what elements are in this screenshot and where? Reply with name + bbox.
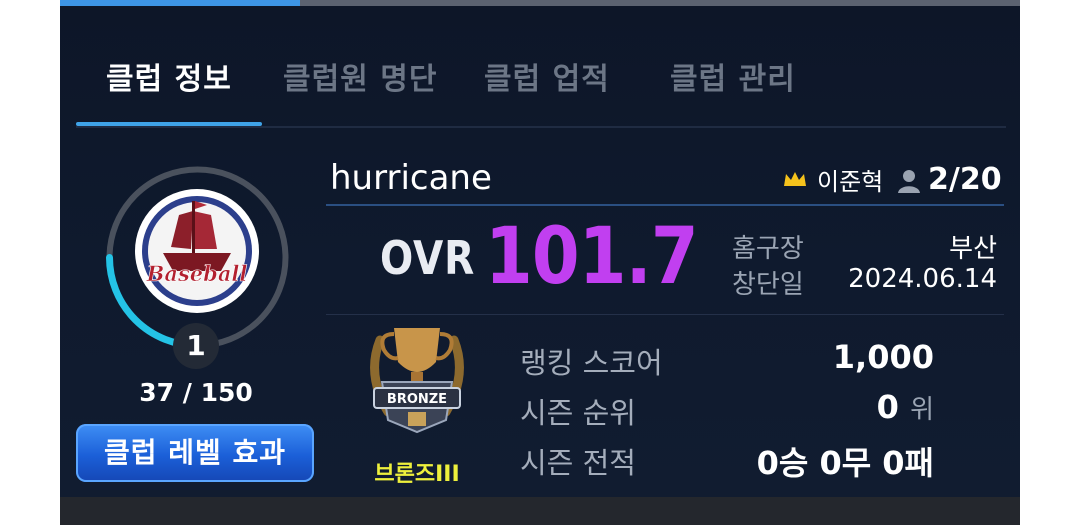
club-exp: 37 / 150 (139, 378, 253, 407)
season-record-value: 0승 0무 0패 (756, 444, 934, 482)
founded-date-label: 창단일 (732, 270, 804, 300)
home-stadium-value: 부산 (949, 234, 997, 264)
tier-badge-text: BRONZE (387, 392, 447, 407)
tab-divider (76, 126, 1006, 128)
tab-management[interactable]: 클럽 관리 (670, 55, 796, 105)
season-rank-unit: 위 (910, 395, 934, 425)
person-icon (898, 170, 920, 193)
emblem-text: Baseball (146, 261, 248, 286)
club-info-panel: 클럽 정보 클럽원 명단 클럽 업적 클럽 관리 Baseball 1 37 /… (60, 0, 1020, 497)
ovr-value: 101.7 (485, 212, 699, 302)
club-name: hurricane (330, 158, 492, 198)
crown-icon (784, 172, 806, 186)
club-emblem: Baseball (133, 187, 261, 315)
tab-active-indicator (76, 122, 262, 126)
founded-date-value: 2024.06.14 (848, 264, 997, 294)
ranking-score-value: 1,000 (832, 338, 934, 376)
trophy-icon: BRONZE (360, 320, 474, 440)
ovr-label: OVR (380, 231, 476, 285)
section-divider (326, 314, 1004, 315)
top-progress-track (60, 0, 1020, 6)
season-rank-value: 0 (876, 388, 899, 426)
club-leader-name: 이준혁 (817, 168, 884, 196)
header-divider (326, 204, 1004, 206)
season-rank: 0 위 (877, 388, 934, 426)
top-progress-fill (60, 0, 300, 6)
tab-member-list[interactable]: 클럽원 명단 (283, 55, 437, 105)
panel-footer (60, 497, 1020, 525)
home-stadium-label: 홈구장 (732, 234, 804, 264)
member-count: 2/20 (928, 162, 1002, 197)
tab-achievements[interactable]: 클럽 업적 (484, 55, 610, 105)
tab-bar: 클럽 정보 클럽원 명단 클럽 업적 클럽 관리 (76, 55, 1006, 128)
ranking-tier-name: 브론즈III (374, 462, 460, 487)
club-level-badge: 1 (173, 323, 219, 369)
club-level-effect-button[interactable]: 클럽 레벨 효과 (76, 424, 314, 482)
tab-club-info[interactable]: 클럽 정보 (106, 55, 232, 105)
season-record-label: 시즌 전적 (520, 446, 636, 480)
ranking-score-label: 랭킹 스코어 (520, 346, 663, 380)
season-rank-label: 시즌 순위 (520, 396, 636, 430)
